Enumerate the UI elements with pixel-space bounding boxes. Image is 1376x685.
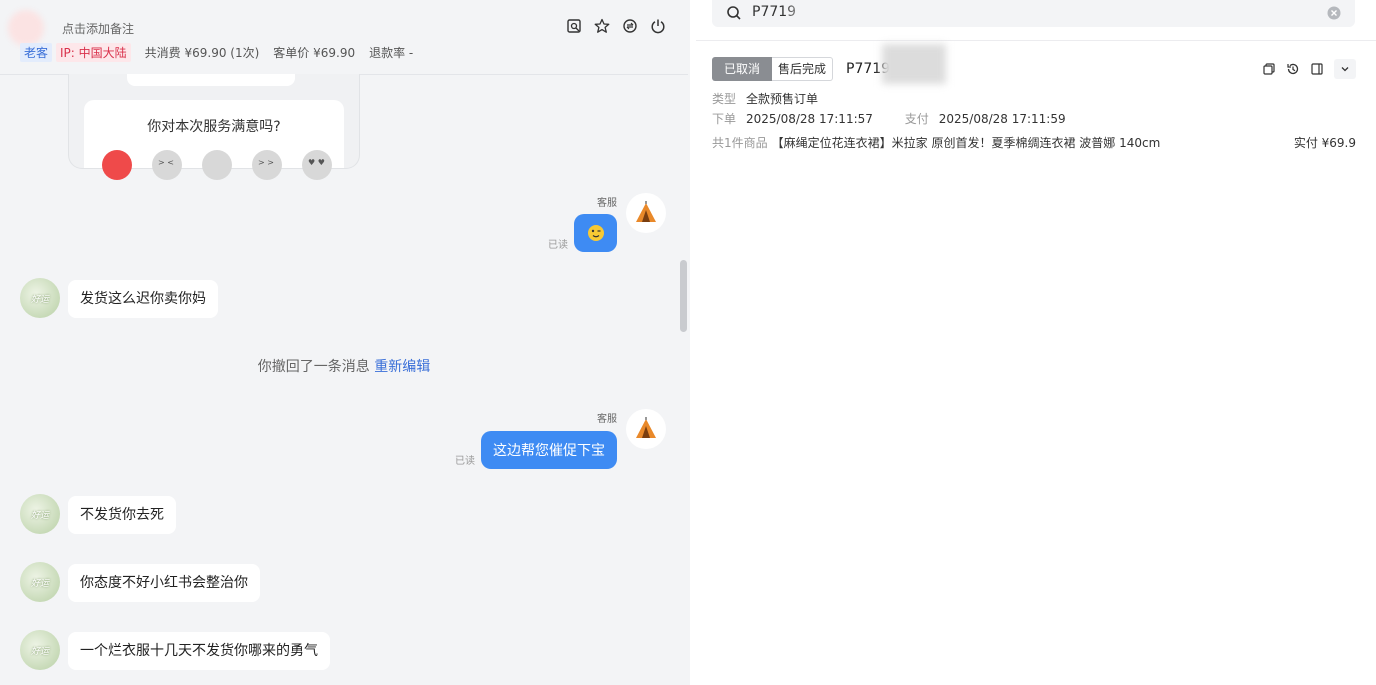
previous-message-remnant	[127, 74, 295, 86]
placed-label: 下单	[712, 112, 737, 126]
chat-scrollbar[interactable]	[680, 260, 687, 332]
unsatisfied-icon[interactable]: > <	[152, 150, 182, 180]
order-status: 已取消 售后完成	[712, 57, 834, 81]
very-unsatisfied-icon[interactable]	[102, 150, 132, 180]
chat-panel: 点击添加备注 老客 IP: 中国大陆 共消费 ¥69.90 (1次) 客单价 ¥…	[0, 0, 690, 685]
re-edit-link[interactable]: 重新编辑	[374, 359, 430, 375]
placed-time: 2025/08/28 17:11:57	[746, 112, 873, 126]
order-type-row: 类型 全款预售订单	[712, 90, 818, 107]
order-actions	[1262, 59, 1356, 79]
chevron-down-icon	[1341, 67, 1349, 72]
search-icon	[727, 6, 741, 20]
agent-message-emoji	[574, 214, 617, 252]
tent-logo-icon	[636, 417, 656, 438]
system-recall-notice: 你撤回了一条消息 重新编辑	[0, 356, 688, 376]
agent-avatar	[626, 193, 666, 233]
order-search[interactable]: P7719	[712, 0, 1355, 27]
type-value: 全款预售订单	[746, 92, 819, 106]
order-id-redaction	[882, 44, 946, 84]
status-cancelled: 已取消	[712, 57, 773, 81]
read-status: 已读	[548, 240, 568, 251]
tag-ip: IP: 中国大陆	[56, 43, 131, 62]
customer-avatar[interactable]	[8, 10, 44, 46]
survey-inner: 你对本次服务满意吗? > < > > ♥ ♥	[84, 100, 344, 180]
agent-name: 客服	[597, 198, 617, 209]
neutral-icon[interactable]	[202, 150, 232, 180]
customer-avatar-small: 好运	[20, 630, 60, 670]
paid-time: 2025/08/28 17:11:59	[938, 112, 1066, 126]
customer-avatar-small: 好运	[20, 562, 60, 602]
customer-header: 点击添加备注 老客 IP: 中国大陆 共消费 ¥69.90 (1次) 客单价 ¥…	[0, 0, 688, 75]
recall-text: 你撤回了一条消息	[257, 359, 370, 375]
search-record-icon[interactable]	[566, 18, 582, 34]
customer-message: 不发货你去死	[68, 496, 176, 534]
goods-count: 共1件商品	[712, 136, 768, 150]
star-icon[interactable]	[594, 18, 610, 34]
read-status: 已读	[455, 456, 475, 467]
refund-rate: 退款率 -	[369, 46, 414, 60]
status-aftersale-complete: 售后完成	[772, 57, 834, 81]
goods-name[interactable]: 【麻绳定位花连衣裙】米拉家 原创首发！夏季棉绸连衣裙 波普娜 140cm	[772, 136, 1161, 150]
customer-message: 你态度不好小红书会整治你	[68, 564, 260, 602]
copy-icon[interactable]	[1262, 62, 1276, 76]
customer-avatar-small: 好运	[20, 278, 60, 318]
panel-icon[interactable]	[1310, 62, 1324, 76]
customer-message: 发货这么迟你卖你妈	[68, 280, 218, 318]
customer-message: 一个烂衣服十几天不发货你哪来的勇气	[68, 632, 330, 670]
survey-card: 你对本次服务满意吗? > < > > ♥ ♥	[68, 74, 360, 180]
order-panel: P7719 已取消 售后完成 P7719 类型 全款预售订单 下单 2025/08/…	[696, 0, 1376, 685]
customer-tags: 老客 IP: 中国大陆 共消费 ¥69.90 (1次) 客单价 ¥69.90 退…	[20, 43, 413, 62]
unit-price: 客单价 ¥69.90	[273, 46, 356, 60]
paid-label: 支付	[904, 112, 929, 126]
order-time-row: 下单 2025/08/28 17:11:57 支付 2025/08/28 17:11…	[712, 110, 1066, 127]
header-actions	[566, 18, 666, 34]
actual-paid: 实付 ¥69.9	[1293, 136, 1356, 150]
history-icon[interactable]	[1286, 62, 1300, 76]
winking-face-icon	[587, 225, 604, 241]
total-spend: 共消费 ¥69.90 (1次)	[144, 46, 260, 60]
tag-old-customer: 老客	[20, 43, 53, 62]
rating-faces: > < > > ♥ ♥	[102, 150, 332, 180]
survey-question: 你对本次服务满意吗?	[147, 119, 281, 135]
agent-name: 客服	[597, 414, 617, 425]
transfer-icon[interactable]	[622, 18, 638, 34]
power-icon[interactable]	[650, 18, 666, 34]
agent-avatar	[626, 409, 666, 449]
type-label: 类型	[712, 92, 737, 106]
very-satisfied-icon[interactable]: ♥ ♥	[302, 150, 332, 180]
divider	[696, 40, 1376, 41]
expand-dropdown[interactable]	[1334, 59, 1356, 79]
satisfied-icon[interactable]: > >	[252, 150, 282, 180]
search-redaction	[788, 6, 818, 22]
clear-icon[interactable]	[1327, 6, 1341, 20]
tent-logo-icon	[636, 201, 656, 222]
agent-message: 这边帮您催促下宝	[481, 431, 617, 469]
goods-row: 共1件商品 【麻绳定位花连衣裙】米拉家 原创首发！夏季棉绸连衣裙 波普娜 140c…	[712, 134, 1160, 151]
add-note-link[interactable]: 点击添加备注	[62, 20, 134, 37]
customer-avatar-small: 好运	[20, 494, 60, 534]
